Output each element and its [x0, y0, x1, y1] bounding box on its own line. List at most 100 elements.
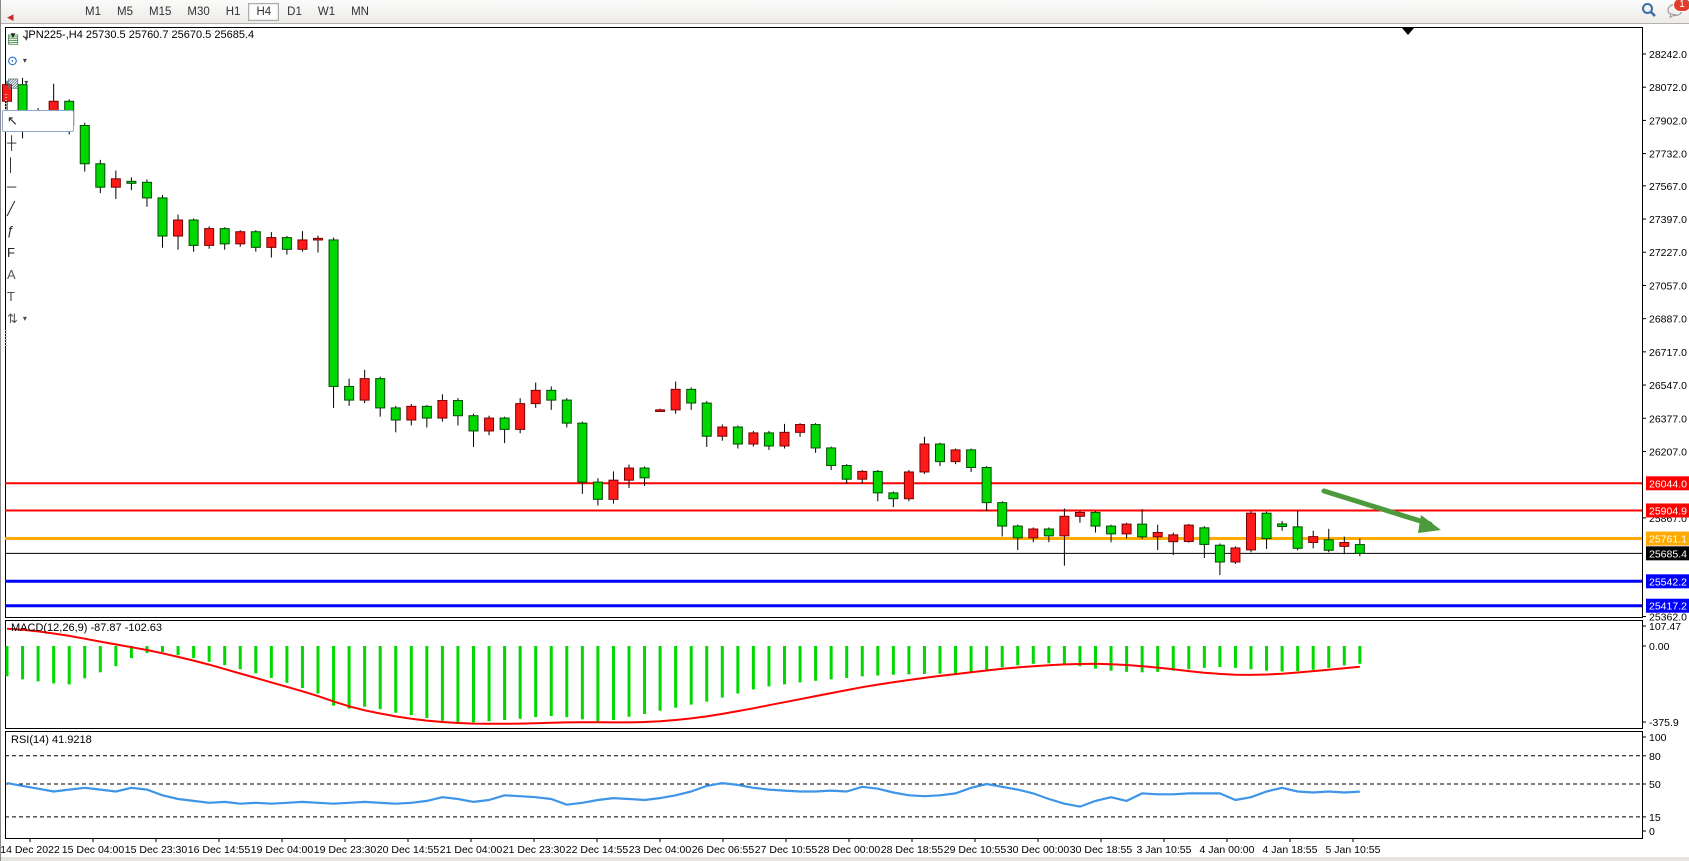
dropdown-caret-icon[interactable]: ▾: [24, 78, 28, 87]
price-tick-label: 27227.0: [1649, 247, 1687, 259]
trendline-button[interactable]: ╱: [2, 198, 74, 220]
arrows-icon: ⇅: [7, 312, 18, 325]
chart-shift-button[interactable]: ◂: [2, 6, 74, 28]
vertical-line-button[interactable]: │: [2, 154, 74, 176]
templates-icon: ▤: [7, 32, 19, 45]
time-tick-label: 16 Dec 14:55: [188, 844, 251, 856]
horizontal-lines[interactable]: 26044.025904.925761.125685.425542.225417…: [5, 476, 1689, 612]
price-badge-label: 25761.1: [1649, 534, 1687, 546]
time-tick-label: 3 Jan 10:55: [1137, 844, 1192, 856]
chart-shift-icon: ◂: [7, 10, 14, 23]
candle: [982, 467, 991, 502]
fibonacci-button[interactable]: F: [2, 242, 74, 264]
rsi-tick-label: 15: [1649, 812, 1661, 824]
vertical-line-icon: │: [7, 158, 15, 171]
price-badge-label: 25542.2: [1649, 576, 1687, 588]
chart-canvas[interactable]: 28242.028072.027902.027732.027567.027397…: [1, 0, 1689, 861]
timeframe-button-m1[interactable]: M1: [77, 3, 109, 21]
time-tick-label: 21 Dec 04:00: [440, 844, 503, 856]
candle: [282, 238, 291, 250]
price-badge-label: 25417.2: [1649, 601, 1687, 613]
cursor-button[interactable]: ↖: [2, 110, 74, 132]
candle: [485, 418, 494, 431]
crosshair-button[interactable]: ┼: [2, 132, 74, 154]
dropdown-caret-icon[interactable]: ▾: [24, 34, 28, 43]
fibonacci-icon: F: [7, 246, 15, 259]
rsi-tick-label: 50: [1649, 779, 1661, 791]
shapes-button[interactable]: ⇅▾: [2, 308, 74, 330]
toolbar: ▤新订单◆▣◉◈自动交易║▮∿⊕⊖⊞▸◂▤▾⊙▾▨▾↖┼│─╱ƒFAT⇅▾ M1…: [1, 0, 1689, 24]
candle: [111, 179, 120, 187]
candle: [858, 471, 867, 479]
dropdown-caret-icon[interactable]: ▾: [23, 56, 27, 65]
templates-button[interactable]: ▤▾: [2, 28, 74, 50]
auto-scroll-button[interactable]: ▸: [2, 0, 74, 6]
candle: [1138, 524, 1147, 537]
candle: [500, 418, 509, 429]
period-button[interactable]: ⊙▾: [2, 50, 74, 72]
chart-shift-marker-icon[interactable]: [1402, 28, 1414, 35]
rsi-tick-label: 100: [1649, 732, 1667, 744]
candle: [796, 425, 805, 433]
macd-pane-border: [6, 621, 1643, 729]
timeframe-button-d1[interactable]: D1: [279, 3, 310, 21]
candle: [951, 450, 960, 462]
price-badge-label: 25904.9: [1649, 505, 1687, 517]
timeframe-button-m15[interactable]: M15: [141, 3, 179, 21]
candle: [251, 232, 260, 248]
auto-scroll-icon: ▸: [7, 0, 14, 1]
rsi-line: [7, 783, 1360, 807]
time-tick-label: 21 Dec 23:30: [503, 844, 566, 856]
chat-button[interactable]: 1: [1667, 3, 1684, 21]
time-tick-label: 27 Dec 10:55: [755, 844, 818, 856]
candle: [1340, 542, 1349, 546]
time-tick-label: 19 Dec 23:30: [314, 844, 377, 856]
candle: [1060, 516, 1069, 536]
candle: [889, 493, 898, 499]
timeframe-button-m5[interactable]: M5: [109, 3, 141, 21]
candle: [780, 432, 789, 446]
time-tick-label: 26 Dec 06:55: [692, 844, 755, 856]
toolbar-right: 1: [1641, 0, 1684, 23]
timeframe-button-h1[interactable]: H1: [218, 3, 249, 21]
candle: [407, 406, 416, 420]
candle: [1293, 527, 1302, 548]
trendline-icon: ╱: [7, 202, 15, 215]
time-tick-label: 28 Dec 18:55: [881, 844, 944, 856]
time-tick-label: 15 Dec 04:00: [62, 844, 125, 856]
price-tick-label: 26887.0: [1649, 314, 1687, 326]
text-label-button[interactable]: T: [2, 286, 74, 308]
timeframe-button-h4[interactable]: H4: [248, 3, 279, 21]
time-tick-label: 19 Dec 04:00: [251, 844, 314, 856]
candle: [547, 390, 556, 400]
timeframe-button-m30[interactable]: M30: [179, 3, 217, 21]
rsi-tick-label: 80: [1649, 751, 1661, 763]
candle: [236, 232, 245, 244]
dropdown-caret-icon[interactable]: ▾: [23, 314, 27, 323]
horizontal-line-button[interactable]: ─: [2, 176, 74, 198]
trend-arrow-annotation[interactable]: [1324, 491, 1441, 533]
timeframe-button-w1[interactable]: W1: [310, 3, 343, 21]
candle: [329, 240, 338, 386]
timeframe-button-mn[interactable]: MN: [343, 3, 377, 21]
candle: [873, 471, 882, 492]
chart-profile-button[interactable]: ▨▾: [2, 72, 74, 94]
channel-icon: ƒ: [7, 224, 14, 237]
time-tick-label: 28 Dec 00:00: [818, 844, 881, 856]
candle: [422, 406, 431, 418]
channel-button[interactable]: ƒ: [2, 220, 74, 242]
text-button[interactable]: A: [2, 264, 74, 286]
candle: [1044, 529, 1053, 536]
candle: [376, 379, 385, 408]
time-tick-label: 20 Dec 14:55: [377, 844, 440, 856]
text-icon: A: [7, 268, 16, 281]
candle: [142, 182, 151, 198]
candle: [749, 433, 758, 444]
search-button[interactable]: [1641, 2, 1657, 21]
candle: [531, 390, 540, 403]
price-tick-label: 26717.0: [1649, 347, 1687, 359]
price-tick-label: 27732.0: [1649, 149, 1687, 161]
rsi-indicator-label: RSI(14) 41.9218: [11, 734, 92, 746]
candle: [360, 379, 369, 400]
candle: [220, 229, 229, 244]
